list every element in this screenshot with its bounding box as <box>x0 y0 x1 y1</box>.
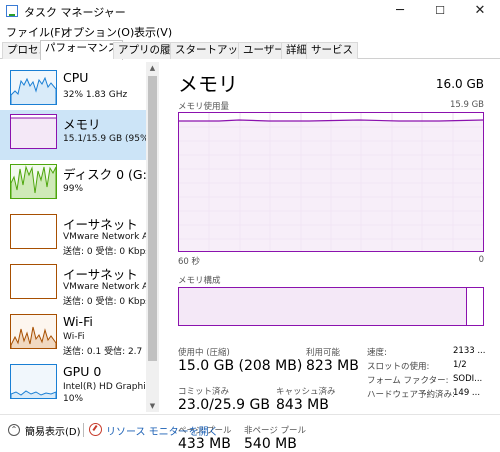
cpu-thumbnail-graph <box>10 70 57 105</box>
menu-options[interactable]: オプション(O) <box>62 24 134 40</box>
sidebar-item-utilization: 10% <box>63 394 84 404</box>
sidebar-item-subtitle: 15.1/15.9 GB (95%) <box>63 134 153 144</box>
speed-value: 2133 ... <box>453 346 486 356</box>
sidebar-scrollbar[interactable]: ▲ ▼ <box>146 62 159 412</box>
form-factor-label: フォーム ファクター: <box>367 376 449 386</box>
sidebar-item-title: イーサネット <box>63 217 138 232</box>
graph-label: メモリ使用量 <box>178 102 230 112</box>
available-value: 823 MB <box>306 358 359 374</box>
sidebar-item-title: イーサネット <box>63 267 138 282</box>
committed-label: コミット済み <box>178 387 230 397</box>
in-use-value: 15.0 GB (208 MB) <box>178 358 303 374</box>
tab-services[interactable]: サービス <box>306 42 358 59</box>
memory-segment-divider <box>466 288 468 325</box>
sidebar-item-title: Wi-Fi <box>63 314 93 329</box>
window-title: タスク マネージャー <box>24 6 126 19</box>
time-axis-end: 0 <box>478 255 484 265</box>
page-title: メモリ <box>178 72 238 96</box>
disk-thumbnail-graph <box>10 164 57 199</box>
in-use-label: 使用中 (圧縮) <box>178 348 230 358</box>
time-axis-start: 60 秒 <box>178 257 201 267</box>
menu-file[interactable]: ファイル(F) <box>6 24 65 40</box>
memory-in-use-segment <box>179 288 467 325</box>
ethernet-thumbnail-graph <box>10 214 57 249</box>
sidebar-item-title: GPU 0 <box>63 364 102 379</box>
sidebar-item-memory[interactable]: メモリ 15.1/15.9 GB (95%) <box>0 110 152 160</box>
slots-value: 1/2 <box>453 360 467 370</box>
wifi-thumbnail-graph <box>10 314 57 349</box>
scroll-up-icon[interactable]: ▲ <box>146 62 159 74</box>
footer-divider <box>83 423 84 437</box>
scroll-down-icon[interactable]: ▼ <box>146 400 159 412</box>
sidebar-item-throughput: 送信: 0 受信: 0 Kbps <box>63 297 150 307</box>
sidebar-item-subtitle: VMware Network Ad <box>63 282 154 292</box>
tab-bar: プロセス パフォーマンス アプリの履歴 スタートアップ ユーザー 詳細 サービス <box>0 40 500 60</box>
form-factor-value: SODI... <box>453 374 483 384</box>
memory-usage-graph <box>178 112 484 252</box>
menu-view[interactable]: 表示(V) <box>134 24 172 40</box>
hardware-reserved-value: 149 ... <box>453 388 481 398</box>
memory-composition-bar <box>178 287 484 326</box>
resource-monitor-icon[interactable] <box>89 423 102 436</box>
sidebar-item-subtitle: 32% 1.83 GHz <box>63 90 128 100</box>
chevron-up-icon[interactable]: ⌃ <box>8 424 20 436</box>
speed-label: 速度: <box>367 348 387 358</box>
sidebar-item-wifi[interactable]: Wi-Fi Wi-Fi 送信: 0.1 受信: 2.7 M <box>0 310 153 360</box>
close-button[interactable]: ✕ <box>460 0 500 22</box>
sidebar-item-subtitle: Wi-Fi <box>63 332 85 342</box>
sidebar-item-throughput: 送信: 0.1 受信: 2.7 M <box>63 347 153 357</box>
minimize-button[interactable]: ─ <box>380 0 420 22</box>
sidebar-item-gpu[interactable]: GPU 0 Intel(R) HD Graphics 10% <box>0 360 155 410</box>
gpu-thumbnail-graph <box>10 364 57 399</box>
cached-label: キャッシュ済み <box>276 387 336 397</box>
task-manager-window: タスク マネージャー ─ ☐ ✕ ファイル(F) オプション(O) 表示(V) … <box>0 0 500 452</box>
footer-bar: ⌃ 簡易表示(D) リソース モニターを開く <box>0 414 500 445</box>
resource-sidebar: CPU 32% 1.83 GHz メモリ 15.1/15.9 GB (95%) <box>0 62 160 412</box>
sidebar-item-title: メモリ <box>63 117 101 132</box>
sidebar-item-cpu[interactable]: CPU 32% 1.83 GHz <box>0 66 146 116</box>
sidebar-item-title: CPU <box>63 70 89 85</box>
slots-label: スロットの使用: <box>367 362 430 372</box>
scroll-thumb[interactable] <box>148 76 157 361</box>
available-label: 利用可能 <box>306 348 341 358</box>
sidebar-item-ethernet-1[interactable]: イーサネット VMware Network Ad 送信: 0 受信: 0 Kbp… <box>0 210 154 260</box>
total-memory: 16.0 GB <box>435 77 484 91</box>
composition-label: メモリ構成 <box>178 276 221 286</box>
sidebar-item-subtitle: 99% <box>63 184 84 194</box>
memory-detail-panel: メモリ 16.0 GB メモリ使用量 15.9 GB 60 秒 0 メモリ構成 … <box>160 62 500 452</box>
sidebar-item-throughput: 送信: 0 受信: 0 Kbps <box>63 247 150 257</box>
hardware-reserved-label: ハードウェア予約済み: <box>367 390 455 400</box>
sidebar-item-subtitle: Intel(R) HD Graphics <box>63 382 156 392</box>
task-manager-icon <box>6 5 18 17</box>
open-resource-monitor-link[interactable]: リソース モニターを開く <box>106 423 219 438</box>
menu-bar: ファイル(F) オプション(O) 表示(V) <box>0 22 500 40</box>
sidebar-item-subtitle: VMware Network Ad <box>63 232 154 242</box>
fewer-details-button[interactable]: 簡易表示(D) <box>25 423 81 438</box>
sidebar-item-disk[interactable]: ディスク 0 (G: C:) 99% <box>0 160 160 210</box>
memory-thumbnail-graph <box>10 114 57 149</box>
title-bar: タスク マネージャー ─ ☐ ✕ <box>0 0 500 22</box>
cached-value: 843 MB <box>276 397 329 413</box>
committed-value: 23.0/25.9 GB <box>178 397 270 413</box>
tab-performance[interactable]: パフォーマンス <box>40 40 124 60</box>
sidebar-item-ethernet-2[interactable]: イーサネット VMware Network Ad 送信: 0 受信: 0 Kbp… <box>0 260 154 310</box>
graph-max-label: 15.9 GB <box>449 100 484 110</box>
ethernet-thumbnail-graph <box>10 264 57 299</box>
maximize-button[interactable]: ☐ <box>420 0 460 22</box>
